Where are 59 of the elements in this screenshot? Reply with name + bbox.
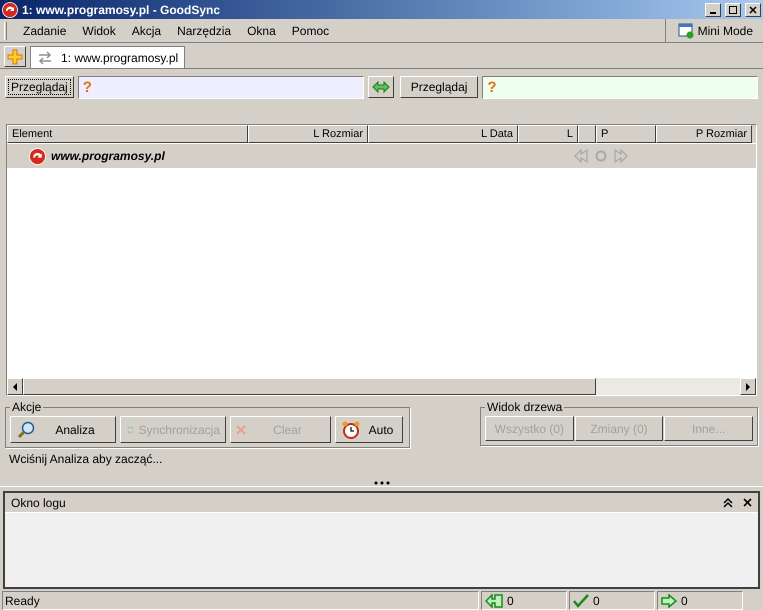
column-header[interactable]: L <box>518 125 578 143</box>
double-arrow-icon <box>372 80 390 94</box>
column-header[interactable]: P <box>596 125 656 143</box>
browse-button[interactable]: Przeglądaj <box>400 76 478 98</box>
minimize-icon <box>710 12 716 14</box>
path-text: ? <box>487 80 497 94</box>
status-count: 0 <box>481 591 567 610</box>
column-header[interactable]: L Rozmiar <box>248 125 368 143</box>
maximize-icon <box>729 6 737 14</box>
hint-text: Wciśnij Analiza aby zacząć... <box>8 451 164 468</box>
column-header[interactable] <box>578 125 596 143</box>
action-button[interactable]: Analiza <box>10 416 116 443</box>
menu-item[interactable]: Akcja <box>124 22 170 40</box>
status-count: 0 <box>657 591 743 610</box>
double-left-arrow-icon <box>485 594 503 608</box>
close-icon[interactable] <box>743 498 752 507</box>
swap-arrows-icon <box>37 50 53 64</box>
column-header[interactable]: L Data <box>368 125 518 143</box>
menu-item[interactable]: Pomoc <box>284 22 338 40</box>
menu-item[interactable]: Zadanie <box>15 22 74 40</box>
tab[interactable]: 1: www.programosy.pl <box>30 46 186 68</box>
maximize-button[interactable] <box>725 2 741 16</box>
menu-item[interactable]: Okna <box>239 22 284 40</box>
add-tab-button[interactable] <box>4 46 26 67</box>
collapse-icon[interactable] <box>723 498 733 508</box>
alarm-clock-icon <box>341 420 361 440</box>
checkmark-icon <box>573 594 589 608</box>
close-button[interactable] <box>745 2 761 16</box>
app-logo-icon <box>2 2 18 18</box>
window-title: 1: www.programosy.pl - GoodSync <box>22 2 222 18</box>
status-count: 0 <box>569 591 655 610</box>
close-icon <box>236 424 246 434</box>
status-text: Ready <box>2 591 479 610</box>
menu-item[interactable]: Widok <box>74 22 124 40</box>
menu-item[interactable]: Narzędzia <box>169 22 240 40</box>
plus-icon <box>7 48 23 64</box>
browse-button[interactable]: Przeglądaj <box>5 76 74 98</box>
group-title: Akcje <box>11 399 42 416</box>
splitter-grip-icon <box>374 480 390 484</box>
magnifier-icon <box>16 420 36 440</box>
table-row[interactable]: www.programosy.pl <box>7 144 756 168</box>
row-name: www.programosy.pl <box>51 148 166 165</box>
mini-mode-button[interactable]: Mini Mode <box>678 22 753 40</box>
minimize-button[interactable] <box>705 2 721 16</box>
group-title: Widok drzewa <box>486 399 564 416</box>
right-arrow-icon <box>745 382 751 390</box>
window-icon <box>678 22 694 38</box>
column-header[interactable]: P Rozmiar <box>656 125 752 143</box>
sync-direction-button[interactable] <box>368 76 394 98</box>
panel-title: Okno logu <box>11 494 67 512</box>
left-arrow-icon <box>12 382 18 390</box>
sync-status-icons-drawing <box>574 149 628 163</box>
folder-logo-icon <box>29 148 46 164</box>
horizontal-scrollbar[interactable] <box>7 378 756 395</box>
action-button[interactable]: Auto <box>335 416 403 443</box>
close-icon <box>749 6 757 14</box>
right-arrow-icon <box>661 594 677 608</box>
column-header[interactable]: Element <box>7 125 248 143</box>
path-text: ? <box>82 80 92 94</box>
